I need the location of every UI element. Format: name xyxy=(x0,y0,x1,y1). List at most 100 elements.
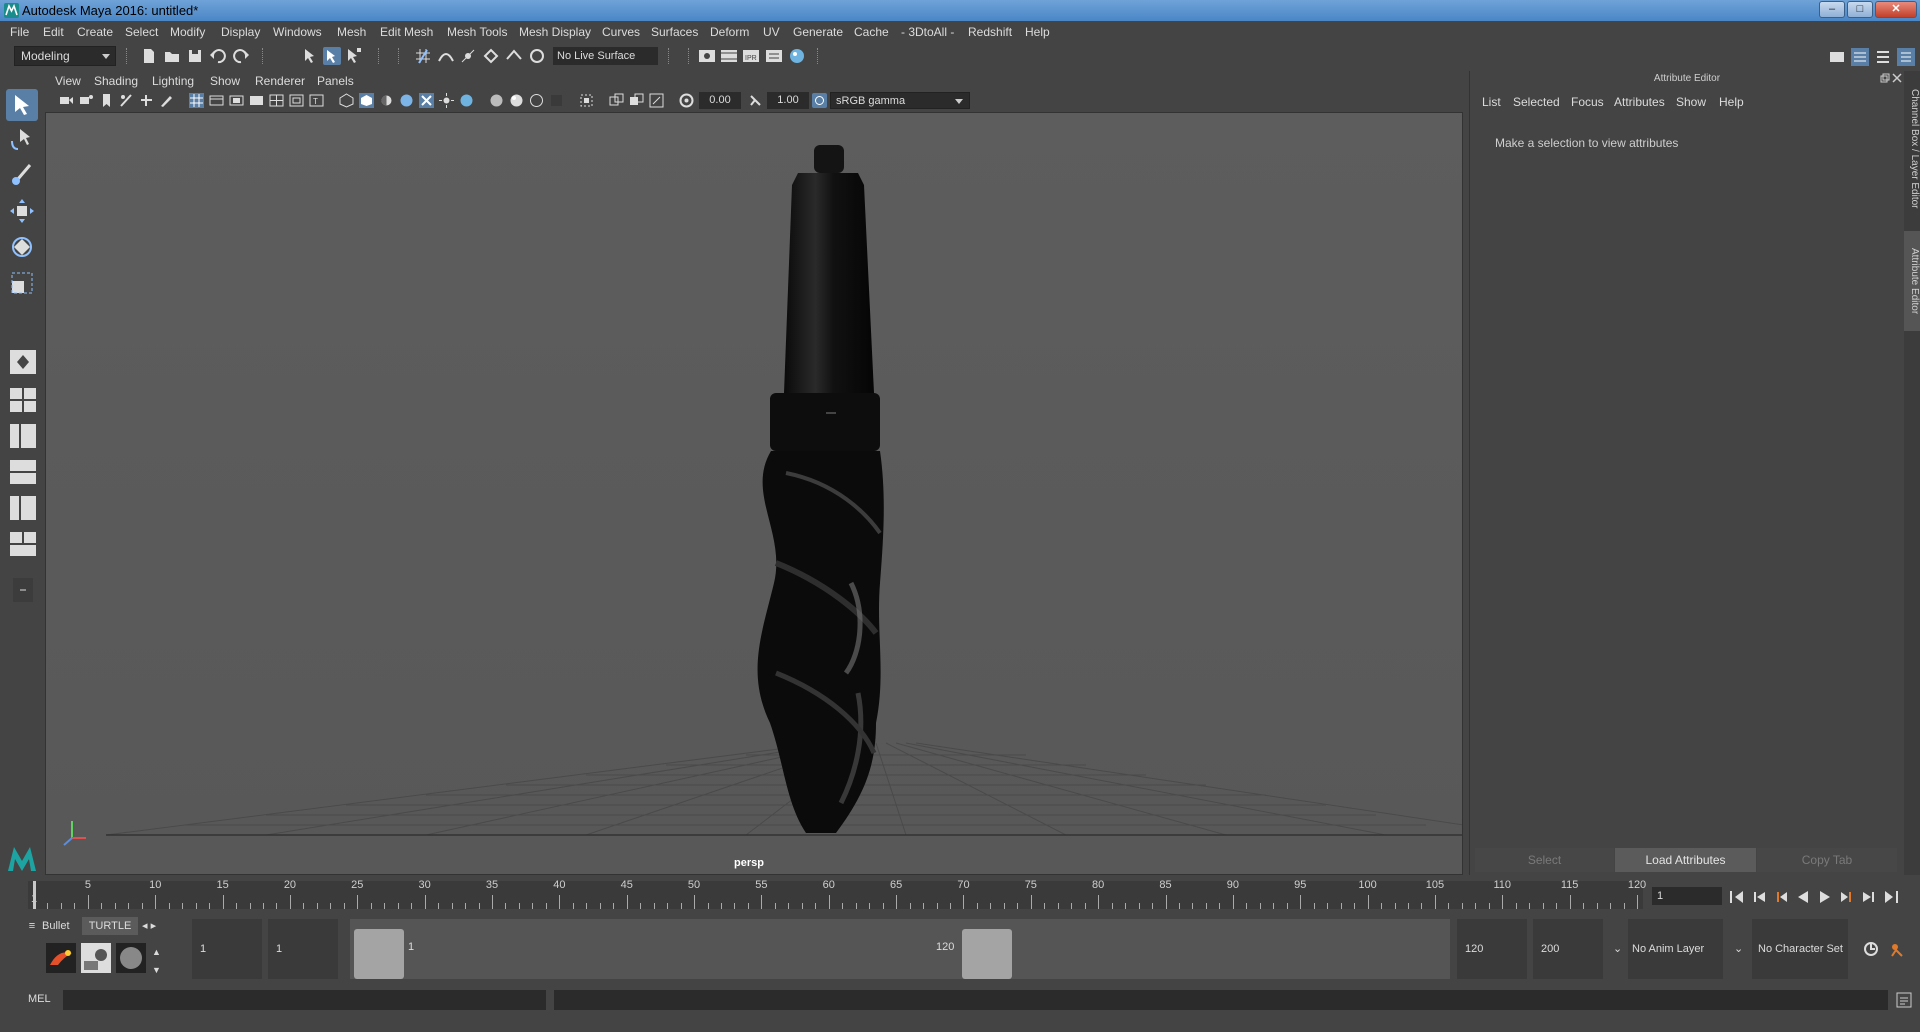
menu-select[interactable]: Select xyxy=(125,25,158,39)
scale-tool[interactable] xyxy=(6,267,38,299)
current-frame-field[interactable]: 1 xyxy=(1652,887,1722,905)
ae-copy-tab-button[interactable]: Copy Tab xyxy=(1757,848,1897,872)
persp-hypershade-layout-button[interactable] xyxy=(8,495,38,521)
turtle-render-icon[interactable] xyxy=(46,943,76,973)
ae-select-button[interactable]: Select xyxy=(1475,848,1614,872)
step-forward-frame-icon[interactable] xyxy=(1861,889,1877,905)
select-by-hierarchy-icon[interactable] xyxy=(302,47,320,65)
safe-action-icon[interactable] xyxy=(289,93,304,108)
animation-end-field[interactable]: 200 xyxy=(1533,919,1603,979)
default-lighting-icon[interactable] xyxy=(379,93,394,108)
anim-layer-dropdown[interactable]: No Anim Layer xyxy=(1628,919,1723,979)
chevron-down-icon[interactable]: ⌄ xyxy=(1613,919,1625,979)
rotate-tool[interactable] xyxy=(6,231,38,263)
select-by-component-icon[interactable] xyxy=(345,47,363,65)
ae-load-attributes-button[interactable]: Load Attributes xyxy=(1615,848,1756,872)
auto-key-icon[interactable] xyxy=(1862,940,1880,958)
motion-blur-icon[interactable] xyxy=(509,93,524,108)
menu-mesh-tools[interactable]: Mesh Tools xyxy=(447,25,507,39)
panel-menu-view[interactable]: View xyxy=(55,74,81,88)
select-tool[interactable] xyxy=(6,89,38,121)
close-button[interactable]: ✕ xyxy=(1875,1,1917,18)
gate-mask-icon[interactable] xyxy=(249,93,264,108)
character-set-dropdown[interactable]: No Character Set xyxy=(1752,919,1848,979)
camera-attributes-icon[interactable] xyxy=(79,93,94,108)
step-back-key-icon[interactable] xyxy=(1773,889,1789,905)
anti-aliasing-icon[interactable] xyxy=(529,93,544,108)
panel-menu-panels[interactable]: Panels xyxy=(317,74,354,88)
menu-mesh-display[interactable]: Mesh Display xyxy=(519,25,591,39)
drill-bit-mesh[interactable] xyxy=(757,145,884,833)
shelf-scroll-arrows-icon[interactable]: ▲ ▼ xyxy=(152,943,164,975)
menu-file[interactable]: File xyxy=(10,25,29,39)
menu-set-dropdown[interactable]: Modeling xyxy=(14,46,116,66)
snap-to-grid-icon[interactable] xyxy=(414,47,432,65)
attribute-editor-tab[interactable]: Attribute Editor xyxy=(1904,231,1920,331)
ae-menu-focus[interactable]: Focus xyxy=(1571,95,1604,109)
grease-pencil-icon[interactable] xyxy=(159,93,174,108)
make-live-icon[interactable] xyxy=(505,47,523,65)
depth-of-field-icon[interactable] xyxy=(549,93,564,108)
resolution-gate-icon[interactable] xyxy=(229,93,244,108)
snap-to-curve-icon[interactable] xyxy=(437,47,455,65)
range-end-handle[interactable] xyxy=(962,929,1012,979)
minimize-button[interactable]: – xyxy=(1819,1,1845,18)
isolate-select-icon[interactable] xyxy=(579,93,594,108)
render-view-icon[interactable] xyxy=(698,47,716,65)
current-time-marker[interactable] xyxy=(33,881,36,909)
range-start-handle[interactable] xyxy=(354,929,404,979)
exposure-field[interactable]: 0.00 xyxy=(699,92,741,109)
step-back-frame-icon[interactable] xyxy=(1751,889,1767,905)
live-surface-field[interactable]: No Live Surface xyxy=(553,47,658,65)
ae-menu-attributes[interactable]: Attributes xyxy=(1614,95,1665,109)
screen-space-ao-icon[interactable] xyxy=(489,93,504,108)
character-controls-icon[interactable] xyxy=(1851,48,1869,66)
perspective-viewport[interactable]: persp xyxy=(45,112,1463,875)
menu-generate[interactable]: Generate xyxy=(793,25,843,39)
command-input[interactable] xyxy=(63,990,546,1010)
smooth-shade-icon[interactable] xyxy=(359,93,374,108)
channel-box-tab[interactable]: Channel Box / Layer Editor xyxy=(1904,79,1920,219)
layout-options-button[interactable] xyxy=(8,577,38,603)
menu-redshift[interactable]: Redshift xyxy=(968,25,1012,39)
animation-start-field[interactable]: 1 xyxy=(192,919,262,979)
xray-components-icon[interactable] xyxy=(629,93,644,108)
lasso-tool[interactable] xyxy=(6,123,38,155)
color-management-icon[interactable] xyxy=(812,93,827,108)
menu-modify[interactable]: Modify xyxy=(170,25,205,39)
panel-menu-show[interactable]: Show xyxy=(210,74,240,88)
redo-icon[interactable] xyxy=(232,47,250,65)
panel-menu-lighting[interactable]: Lighting xyxy=(152,74,194,88)
ae-menu-list[interactable]: List xyxy=(1482,95,1501,109)
select-by-object-icon[interactable] xyxy=(323,47,341,65)
xray-joints-icon[interactable] xyxy=(609,93,624,108)
exposure-icon[interactable] xyxy=(679,93,694,108)
field-chart-icon[interactable] xyxy=(269,93,284,108)
shelf-tab-bullet[interactable]: Bullet xyxy=(42,917,76,935)
script-language-toggle[interactable]: MEL xyxy=(28,993,51,1005)
playback-end-field[interactable]: 120 xyxy=(1457,919,1527,979)
wireframe-icon[interactable] xyxy=(339,93,354,108)
snap-to-point-icon[interactable] xyxy=(459,47,477,65)
chevron-down-icon[interactable]: ⌄ xyxy=(1734,919,1746,979)
timeline-ruler[interactable]: 1510152025303540455055606570758085909510… xyxy=(28,879,1646,909)
save-scene-icon[interactable] xyxy=(186,47,204,65)
view-transform-dropdown[interactable]: sRGB gamma xyxy=(830,92,970,109)
select-camera-icon[interactable] xyxy=(59,93,74,108)
gamma-field[interactable]: 1.00 xyxy=(767,92,809,109)
safe-title-icon[interactable]: T xyxy=(309,93,324,108)
playback-start-field[interactable]: 1 xyxy=(268,919,338,979)
tool-settings-icon[interactable] xyxy=(1874,48,1892,66)
menu-curves[interactable]: Curves xyxy=(602,25,640,39)
grid-toggle-icon[interactable] xyxy=(189,93,204,108)
image-plane-icon[interactable] xyxy=(119,93,134,108)
maximize-button[interactable]: □ xyxy=(1847,1,1873,18)
panel-menu-renderer[interactable]: Renderer xyxy=(255,74,305,88)
playback-range-track[interactable]: 1 120 xyxy=(350,919,1450,979)
paint-select-tool[interactable] xyxy=(6,159,38,191)
menu-3dtoall[interactable]: - 3DtoAll - xyxy=(901,25,954,39)
play-forwards-icon[interactable] xyxy=(1817,889,1833,905)
textured-icon[interactable] xyxy=(399,93,414,108)
ipr-render-icon[interactable]: IPR xyxy=(742,47,760,65)
ae-menu-help[interactable]: Help xyxy=(1719,95,1744,109)
